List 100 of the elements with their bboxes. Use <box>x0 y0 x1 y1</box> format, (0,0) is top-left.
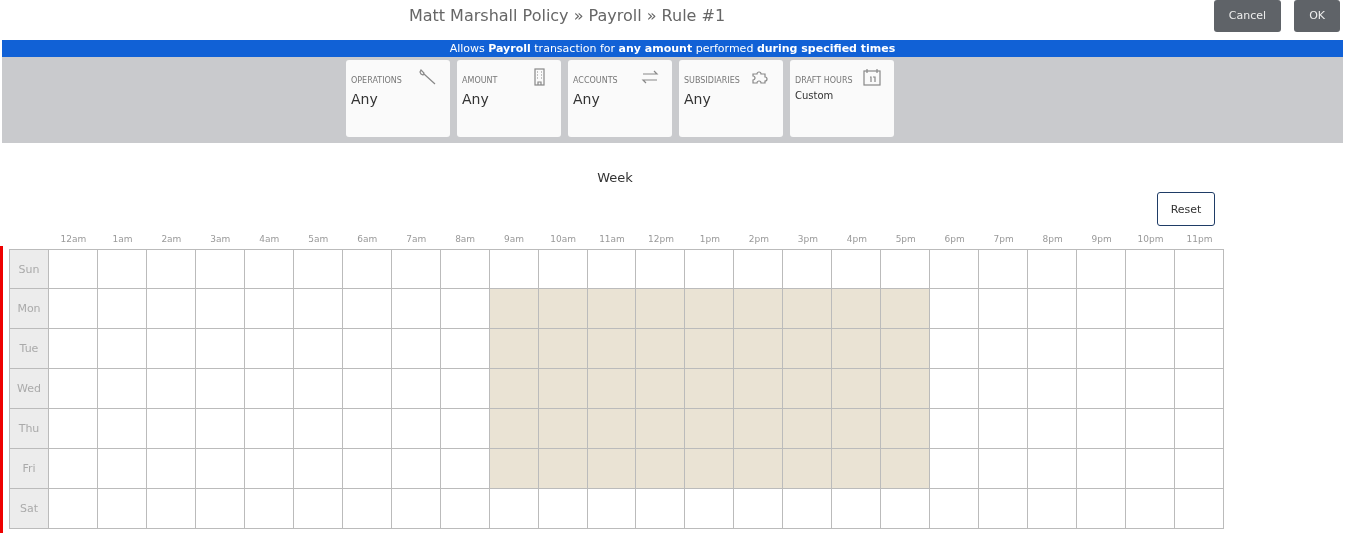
criteria-card[interactable]: ACCOUNTS Any <box>568 60 672 137</box>
time-slot[interactable] <box>832 289 882 329</box>
time-slot[interactable] <box>146 409 196 449</box>
time-slot[interactable] <box>881 409 931 449</box>
time-slot[interactable] <box>49 329 98 369</box>
time-slot[interactable] <box>685 409 735 449</box>
time-slot[interactable] <box>636 409 686 449</box>
time-slot[interactable] <box>1175 489 1224 529</box>
time-slot[interactable] <box>489 369 539 409</box>
time-slot[interactable] <box>832 449 882 489</box>
time-slot[interactable] <box>489 409 539 449</box>
time-slot[interactable] <box>587 449 637 489</box>
time-slot[interactable] <box>979 449 1029 489</box>
time-slot[interactable] <box>49 369 98 409</box>
time-slot[interactable] <box>783 449 833 489</box>
time-slot[interactable] <box>97 489 147 529</box>
time-slot[interactable] <box>1077 449 1127 489</box>
time-slot[interactable] <box>1028 369 1078 409</box>
time-slot[interactable] <box>440 489 490 529</box>
time-slot[interactable] <box>146 289 196 329</box>
time-slot[interactable] <box>97 409 147 449</box>
time-slot[interactable] <box>440 409 490 449</box>
time-slot[interactable] <box>979 489 1029 529</box>
time-slot[interactable] <box>1126 329 1176 369</box>
time-slot[interactable] <box>685 369 735 409</box>
time-slot[interactable] <box>342 289 392 329</box>
time-slot[interactable] <box>1126 289 1176 329</box>
time-slot[interactable] <box>244 489 294 529</box>
time-slot[interactable] <box>685 449 735 489</box>
criteria-card[interactable]: AMOUNT Any <box>457 60 561 137</box>
time-slot[interactable] <box>1126 409 1176 449</box>
time-slot[interactable] <box>783 369 833 409</box>
time-slot[interactable] <box>49 289 98 329</box>
time-slot[interactable] <box>881 489 931 529</box>
criteria-card[interactable]: OPERATIONS Any <box>346 60 450 137</box>
time-slot[interactable] <box>489 249 539 289</box>
time-slot[interactable] <box>636 449 686 489</box>
time-slot[interactable] <box>195 289 245 329</box>
time-slot[interactable] <box>146 489 196 529</box>
time-slot[interactable] <box>979 249 1029 289</box>
time-slot[interactable] <box>97 369 147 409</box>
time-slot[interactable] <box>979 329 1029 369</box>
time-slot[interactable] <box>1126 449 1176 489</box>
time-slot[interactable] <box>195 489 245 529</box>
time-slot[interactable] <box>538 449 588 489</box>
time-slot[interactable] <box>930 289 980 329</box>
reset-button[interactable]: Reset <box>1157 192 1215 226</box>
time-slot[interactable] <box>146 249 196 289</box>
time-slot[interactable] <box>49 449 98 489</box>
time-slot[interactable] <box>342 369 392 409</box>
time-slot[interactable] <box>1077 489 1127 529</box>
time-slot[interactable] <box>489 289 539 329</box>
time-slot[interactable] <box>881 329 931 369</box>
time-slot[interactable] <box>97 289 147 329</box>
time-slot[interactable] <box>832 369 882 409</box>
time-slot[interactable] <box>391 289 441 329</box>
time-slot[interactable] <box>391 449 441 489</box>
time-slot[interactable] <box>1077 369 1127 409</box>
time-slot[interactable] <box>881 289 931 329</box>
time-slot[interactable] <box>1126 369 1176 409</box>
time-slot[interactable] <box>930 329 980 369</box>
time-slot[interactable] <box>195 369 245 409</box>
time-slot[interactable] <box>734 249 784 289</box>
time-slot[interactable] <box>1028 449 1078 489</box>
time-slot[interactable] <box>342 249 392 289</box>
time-slot[interactable] <box>783 329 833 369</box>
time-slot[interactable] <box>538 369 588 409</box>
time-slot[interactable] <box>832 489 882 529</box>
time-slot[interactable] <box>636 489 686 529</box>
time-slot[interactable] <box>930 449 980 489</box>
time-slot[interactable] <box>685 289 735 329</box>
time-slot[interactable] <box>244 329 294 369</box>
time-slot[interactable] <box>244 409 294 449</box>
time-slot[interactable] <box>146 369 196 409</box>
time-slot[interactable] <box>293 369 343 409</box>
time-slot[interactable] <box>979 369 1029 409</box>
time-slot[interactable] <box>489 329 539 369</box>
time-slot[interactable] <box>97 249 147 289</box>
time-slot[interactable] <box>587 289 637 329</box>
time-slot[interactable] <box>391 489 441 529</box>
time-slot[interactable] <box>440 329 490 369</box>
time-slot[interactable] <box>391 249 441 289</box>
time-slot[interactable] <box>930 489 980 529</box>
time-slot[interactable] <box>636 329 686 369</box>
time-slot[interactable] <box>440 369 490 409</box>
time-slot[interactable] <box>391 329 441 369</box>
time-slot[interactable] <box>1175 369 1224 409</box>
time-slot[interactable] <box>783 289 833 329</box>
time-slot[interactable] <box>97 329 147 369</box>
criteria-card[interactable]: SUBSIDIARIES Any <box>679 60 783 137</box>
time-slot[interactable] <box>832 329 882 369</box>
time-slot[interactable] <box>489 449 539 489</box>
time-slot[interactable] <box>538 489 588 529</box>
time-slot[interactable] <box>587 369 637 409</box>
time-slot[interactable] <box>1028 489 1078 529</box>
time-slot[interactable] <box>832 409 882 449</box>
time-slot[interactable] <box>734 409 784 449</box>
time-slot[interactable] <box>440 449 490 489</box>
ok-button[interactable]: OK <box>1294 0 1340 32</box>
cancel-button[interactable]: Cancel <box>1213 0 1282 32</box>
